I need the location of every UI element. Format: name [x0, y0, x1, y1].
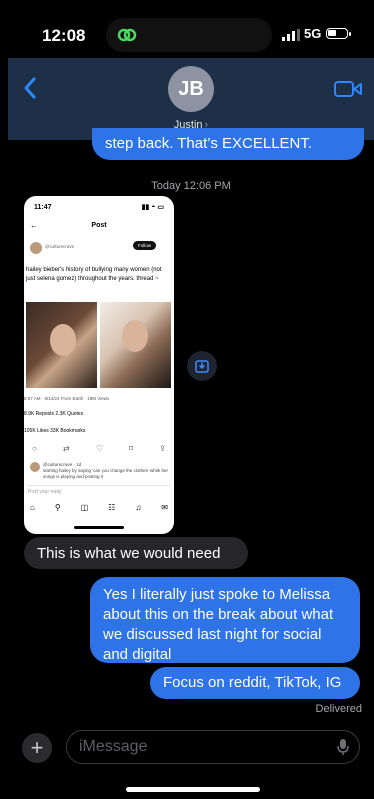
- attachment-reply-text: starting hailey by saying 'can you chang…: [43, 468, 169, 479]
- attachment-photo-right: [100, 302, 171, 388]
- message-outgoing[interactable]: Focus on reddit, TikTok, IG: [150, 667, 360, 699]
- attachment-reply: @culturecrave · 1d starting hailey by sa…: [43, 462, 170, 480]
- communities-icon: ☷: [108, 503, 116, 512]
- attachment-post-reply: Post your reply: [28, 485, 170, 497]
- contact-avatar[interactable]: JB: [168, 66, 214, 112]
- add-attachment-button[interactable]: +: [22, 733, 52, 763]
- attachment-tab-bar: ⌂ ⚲ ◫ ☷ ♫ ✉: [30, 503, 168, 512]
- status-bar: 12:08 5G: [8, 0, 374, 60]
- microphone-icon[interactable]: [337, 738, 349, 756]
- attachment-follow-button: Follow: [132, 241, 156, 250]
- attachment-photo-left: [26, 302, 97, 388]
- messages-icon: ✉: [161, 503, 168, 512]
- home-indicator: [126, 787, 260, 792]
- link-icon: [117, 28, 137, 42]
- attachment-reply-avatar: [30, 462, 40, 472]
- back-chevron-icon[interactable]: [22, 76, 38, 100]
- attachment-status-icons: ▮▮ ◓ ▭: [141, 204, 164, 211]
- attachment-action-row: ○ ⇄ ♡ ⌑ ⇪: [32, 444, 166, 454]
- home-icon: ⌂: [30, 503, 35, 512]
- reply-icon: ○: [32, 444, 37, 453]
- status-time: 12:08: [42, 26, 86, 45]
- attachment-avatar: [30, 242, 42, 254]
- repost-icon: ⇄: [62, 444, 70, 453]
- video-call-icon[interactable]: [334, 80, 362, 98]
- attachment-reply-handle: @culturecrave · 1d: [43, 462, 82, 467]
- attachment-body-text: hailey bieber's history of bullying many…: [26, 267, 162, 282]
- notifications-icon: ♫: [135, 503, 142, 512]
- messages-screen: 12:08 5G JB Justin › step back. That’s E…: [8, 0, 374, 799]
- attachment-home-indicator: [74, 526, 124, 529]
- bookmark-icon: ⌑: [129, 444, 134, 453]
- download-icon: [195, 360, 209, 373]
- dynamic-island[interactable]: [106, 18, 272, 52]
- attachment-handle: @culturecrave: [45, 244, 75, 249]
- save-attachment-button[interactable]: [187, 351, 217, 381]
- message-outgoing[interactable]: step back. That’s EXCELLENT.: [92, 128, 364, 160]
- message-incoming[interactable]: This is what we would need: [24, 537, 248, 569]
- message-outgoing[interactable]: Yes I literally just spoke to Melissa ab…: [90, 577, 360, 663]
- share-icon: ⇪: [159, 444, 166, 453]
- imessage-placeholder: iMessage: [79, 738, 148, 755]
- imessage-input[interactable]: iMessage: [66, 730, 360, 764]
- attachment-reposts: 8.9K Reposts 2.3K Quotes: [24, 411, 84, 417]
- message-timestamp: Today 12:06 PM: [151, 180, 231, 192]
- grok-icon: ◫: [80, 503, 89, 512]
- plus-icon: +: [30, 735, 44, 760]
- search-icon: ⚲: [54, 503, 61, 512]
- delivered-status: Delivered: [315, 703, 362, 715]
- battery-icon: [326, 28, 351, 39]
- like-icon: ♡: [95, 444, 103, 453]
- network-type: 5G: [304, 26, 322, 41]
- attachment-likes: 105K Likes 33K Bookmarks: [24, 428, 86, 434]
- signal-icon: [282, 29, 300, 41]
- attachment-meta: 8:57 AM · 9/14/24 From Earth · 19M Views: [24, 396, 110, 401]
- attachment-time: 11:47: [34, 204, 52, 211]
- attachment-title: Post: [91, 222, 107, 229]
- attachment-screenshot[interactable]: 11:47 ▮▮ ◓ ▭ ← Post @culturecrave Follow…: [24, 196, 174, 534]
